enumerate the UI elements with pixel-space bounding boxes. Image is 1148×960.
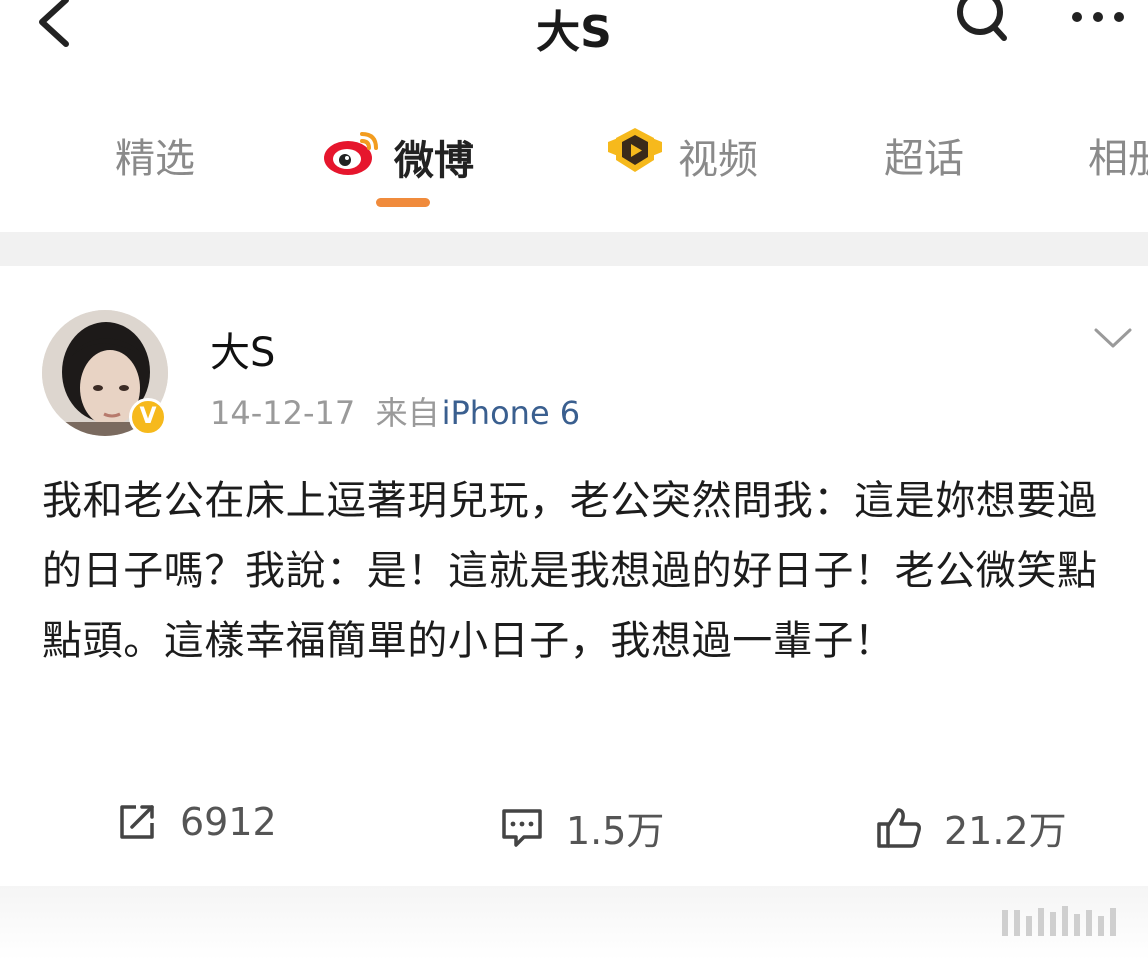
comment-icon [502,808,542,847]
chevron-down-icon[interactable] [1092,322,1134,352]
section-divider-bottom [0,886,1148,960]
section-divider [0,232,1148,266]
comment-button[interactable]: 1.5万 [500,800,664,855]
tab-super-topic[interactable]: 超话 [884,126,964,184]
like-count: 21.2万 [944,809,1067,853]
more-icon[interactable] [1068,2,1128,32]
repost-button[interactable]: 6912 [116,800,277,844]
repost-icon [120,805,154,839]
thumbs-up-icon [877,807,921,848]
weibo-logo-icon [322,126,382,188]
watermark-graphic [1000,902,1120,938]
tab-label: 视频 [678,137,758,183]
repost-count: 6912 [180,800,277,844]
comment-count: 1.5万 [566,809,665,853]
post-meta: 14-12-17 来自iPhone 6 [210,388,580,434]
post-text: 我和老公在床上逗著玥兒玩，老公突然問我：這是妳想要過的日子嗎？我說：是！這就是我… [42,478,1098,664]
top-nav-bar: 大S [0,0,1148,60]
tab-album[interactable]: 相册 [1088,126,1148,184]
search-icon[interactable] [950,0,1014,48]
tab-featured[interactable]: 精选 [115,126,195,184]
tab-weibo[interactable]: 微博 [322,126,474,188]
tab-label: 微博 [394,138,474,184]
profile-tabs: 精选 微博 视频 超话 相 [0,108,1148,218]
post-author[interactable]: 大S [210,320,275,378]
tab-label: 超话 [884,136,964,182]
tab-video[interactable]: 视频 [604,126,758,186]
post-action-bar: 6912 1.5万 21.2万 [0,800,1148,870]
post-date: 14-12-17 [210,394,356,432]
verified-badge: V [129,398,167,436]
tab-label: 相册 [1088,136,1148,182]
post-source-prefix: 来自 [375,394,440,432]
active-tab-indicator [376,198,430,207]
like-button[interactable]: 21.2万 [876,800,1067,855]
post-source: iPhone 6 [441,394,581,432]
video-badge-icon [604,126,666,186]
tab-label: 精选 [115,136,195,182]
